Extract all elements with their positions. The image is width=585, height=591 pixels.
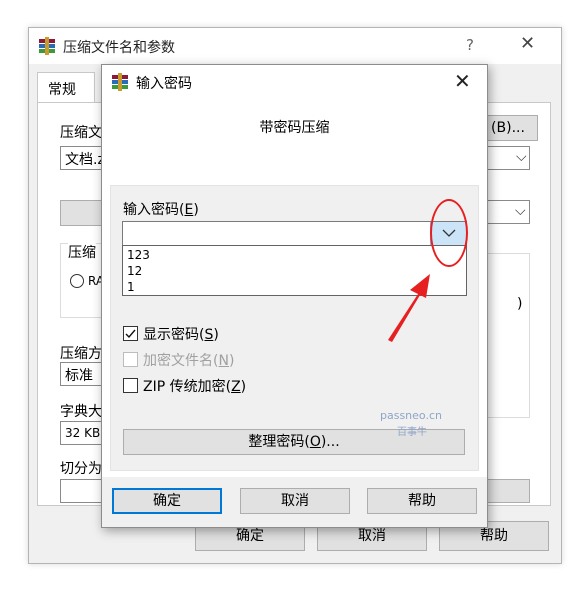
encrypt-filenames-label: 加密文件名(N) xyxy=(143,353,235,369)
close-icon[interactable]: ✕ xyxy=(520,33,535,54)
dictionary-value: 32 KB xyxy=(65,426,101,440)
title-bar: 压缩文件名和参数 ? ✕ xyxy=(29,28,561,64)
annotation-circle xyxy=(430,199,468,267)
zip-legacy-encryption-label: ZIP 传统加密(Z) xyxy=(143,379,247,395)
method-combo[interactable]: 标准 xyxy=(60,362,102,386)
dictionary-label: 字典大 xyxy=(60,404,102,420)
dictionary-combo[interactable]: 32 KB xyxy=(60,421,102,445)
list-item[interactable]: 1 xyxy=(127,280,135,294)
encrypt-filenames-checkbox[interactable] xyxy=(123,352,138,367)
show-password-checkbox[interactable] xyxy=(123,326,138,341)
window-title: 压缩文件名和参数 xyxy=(63,40,175,56)
winrar-icon xyxy=(39,37,55,55)
archive-name-label: 压缩文 xyxy=(60,125,102,141)
list-item[interactable]: 12 xyxy=(127,264,142,278)
archive-name-value: 文档.z xyxy=(65,152,105,168)
show-password-label: 显示密码(S) xyxy=(143,327,219,343)
help-icon[interactable]: ? xyxy=(466,36,474,54)
split-label: 切分为 xyxy=(60,461,102,477)
ok-button[interactable]: 确定 xyxy=(112,488,222,514)
watermark-brand: 百事牛 xyxy=(397,427,427,438)
annotation-arrow-icon xyxy=(388,274,430,342)
method-value: 标准 xyxy=(65,368,93,384)
chevron-down-icon[interactable]: ⌵ xyxy=(516,149,527,165)
winrar-icon xyxy=(112,73,128,91)
archive-format-label: 压缩 xyxy=(68,242,96,262)
split-combo[interactable] xyxy=(60,479,102,503)
password-label: 输入密码(E) xyxy=(123,202,199,218)
dialog-title-bar: 输入密码 ✕ xyxy=(102,65,487,101)
cancel-button[interactable]: 取消 xyxy=(240,488,350,514)
tab-general[interactable]: 常规 xyxy=(37,72,95,102)
checkmark-icon xyxy=(125,329,136,339)
help-button[interactable]: 帮助 xyxy=(367,488,477,514)
dialog-title: 输入密码 xyxy=(136,76,192,92)
zip-legacy-encryption-checkbox[interactable] xyxy=(123,378,138,393)
password-input[interactable] xyxy=(122,221,467,246)
watermark-url: passneo.cn xyxy=(380,409,442,422)
rar-radio[interactable] xyxy=(70,274,84,288)
list-item[interactable]: 123 xyxy=(127,248,150,262)
dialog-subtitle: 带密码压缩 xyxy=(259,120,330,136)
close-icon[interactable]: ✕ xyxy=(454,69,471,93)
chevron-down-icon[interactable]: ⌵ xyxy=(515,203,526,219)
options-paren: ) xyxy=(517,296,523,312)
archive-format-group: 压缩 RA xyxy=(60,242,104,318)
method-label: 压缩方 xyxy=(60,346,102,362)
